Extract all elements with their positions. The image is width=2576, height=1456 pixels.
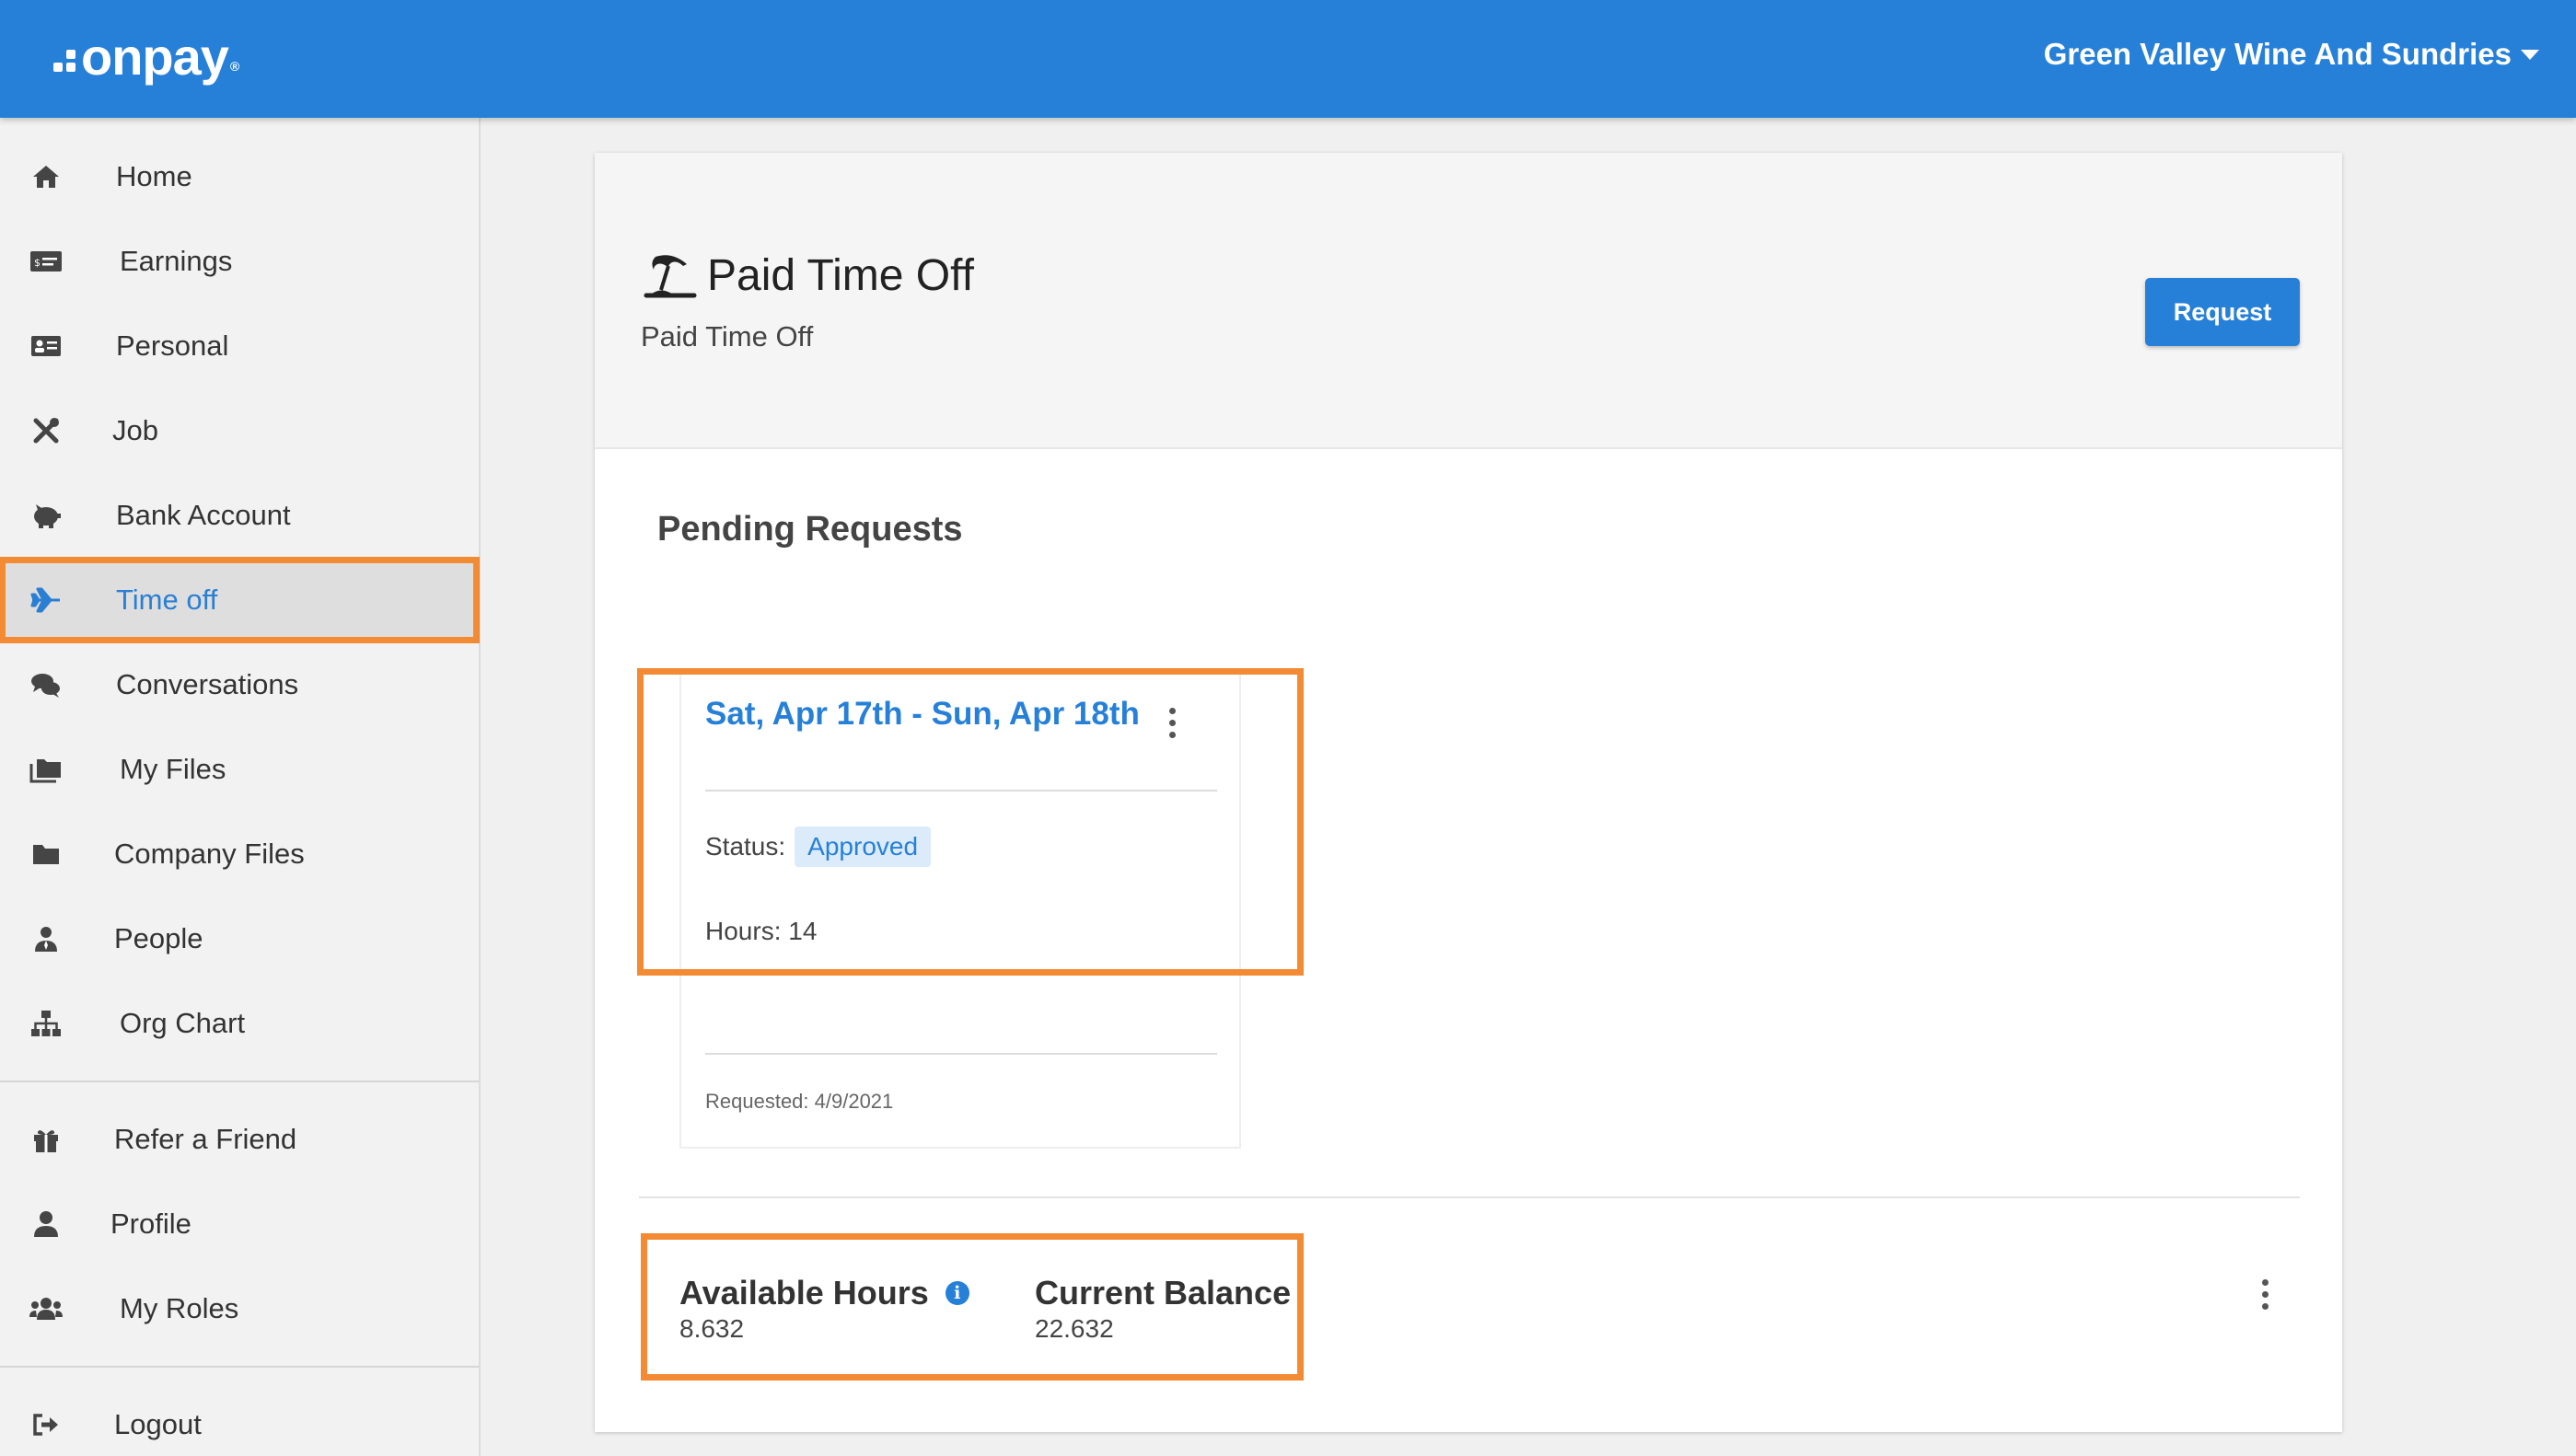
page-subtitle: Paid Time Off [641,320,814,352]
sidebar-item-label: Company Files [114,838,305,870]
sidebar-item-label: Logout [114,1408,202,1440]
top-bar: onpay ® Green Valley Wine And Sundries [0,0,2576,118]
user-icon [28,1206,64,1242]
user-tie-icon [28,920,64,957]
request-more-options-icon[interactable] [1158,699,1186,745]
sidebar-item-label: Time off [116,584,218,616]
sidebar-divider [0,1366,479,1368]
status-label: Status: [705,832,786,861]
available-hours-value: 8.632 [679,1314,745,1343]
piggy-bank-icon [28,497,64,534]
sidebar-item-home[interactable]: Home [0,140,479,214]
sidebar-item-label: My Files [120,753,226,785]
folder-icon [28,836,64,872]
company-name: Green Valley Wine And Sundries [2043,37,2512,71]
umbrella-beach-icon [644,254,697,297]
balance-more-options-icon[interactable] [2251,1271,2279,1317]
sidebar-item-label: My Roles [120,1292,239,1324]
sidebar-item-label: Bank Account [116,499,291,531]
current-balance-label: Current Balance [1035,1274,1292,1312]
request-dates-link[interactable]: Sat, Apr 17th - Sun, Apr 18th [705,696,1140,733]
sidebar-item-refer-a-friend[interactable]: Refer a Friend [0,1103,479,1176]
sidebar-item-conversations[interactable]: Conversations [0,648,479,722]
sidebar-item-label: People [114,922,203,954]
caret-down-icon [2521,49,2539,60]
gift-icon [28,1121,64,1158]
current-balance-value: 22.632 [1035,1314,1114,1343]
sidebar-item-label: Conversations [116,668,299,700]
sidebar-item-org-chart[interactable]: Org Chart [0,987,479,1060]
request-hours: Hours: 14 [705,917,818,945]
time-off-request-card: Sat, Apr 17th - Sun, Apr 18th Status: Ap… [679,670,1241,1149]
sidebar-item-label: Earnings [120,245,233,277]
sidebar-item-company-files[interactable]: Company Files [0,817,479,891]
request-divider [705,790,1217,792]
sidebar-item-label: Personal [116,329,229,362]
onpay-logo[interactable]: onpay ® [53,24,239,88]
id-card-icon [28,328,64,364]
company-switcher[interactable]: Green Valley Wine And Sundries [2044,37,2539,72]
folders-icon [28,751,64,788]
page-title-text: Paid Time Off [707,251,974,300]
paid-time-off-card: Paid Time Off Paid Time Off Request Pend… [595,153,2342,1432]
home-icon [28,158,64,195]
pending-requests-heading: Pending Requests [657,510,963,549]
comments-icon [28,666,64,703]
available-hours-label: Available Hours i [679,1274,969,1312]
logo-dots-icon [53,50,75,72]
sidebar-item-my-roles[interactable]: My Roles [0,1272,479,1346]
sidebar-nav: Home $ Earnings Personal Job Bank Accoun… [0,118,481,1456]
sidebar-item-my-files[interactable]: My Files [0,733,479,806]
available-hours-label-text: Available Hours [679,1274,929,1312]
balance-divider [639,1196,2300,1198]
sidebar-item-personal[interactable]: Personal [0,309,479,383]
request-button[interactable]: Request [2145,278,2300,346]
sidebar-item-bank-account[interactable]: Bank Account [0,479,479,552]
sidebar-item-time-off[interactable]: Time off [0,557,480,643]
sign-out-icon [28,1406,64,1443]
request-requested-date: Requested: 4/9/2021 [705,1090,894,1113]
logo-registered-mark: ® [229,59,239,74]
sidebar-item-job[interactable]: Job [0,394,479,468]
request-status-row: Status: Approved [705,826,932,867]
logo-text: onpay [81,27,229,86]
plane-icon [28,582,64,618]
info-icon[interactable]: i [945,1281,969,1305]
users-icon [28,1290,64,1327]
sidebar-item-label: Job [112,414,158,446]
sidebar-item-label: Home [116,160,192,192]
sidebar-divider [0,1080,479,1082]
sidebar-item-earnings[interactable]: $ Earnings [0,225,479,298]
money-check-icon: $ [28,243,64,280]
sidebar-item-profile[interactable]: Profile [0,1187,479,1261]
sidebar-item-logout[interactable]: Logout [0,1388,479,1456]
request-divider [705,1053,1217,1055]
sidebar-item-label: Org Chart [120,1007,246,1039]
card-header: Paid Time Off Paid Time Off Request [595,153,2342,449]
svg-text:$: $ [34,257,41,269]
page-title: Paid Time Off [641,250,974,301]
tools-icon [28,412,64,449]
sitemap-icon [28,1005,64,1042]
status-badge: Approved [795,826,932,867]
sidebar-item-label: Profile [110,1208,191,1240]
sidebar-item-label: Refer a Friend [114,1123,297,1155]
sidebar-item-people[interactable]: People [0,902,479,976]
